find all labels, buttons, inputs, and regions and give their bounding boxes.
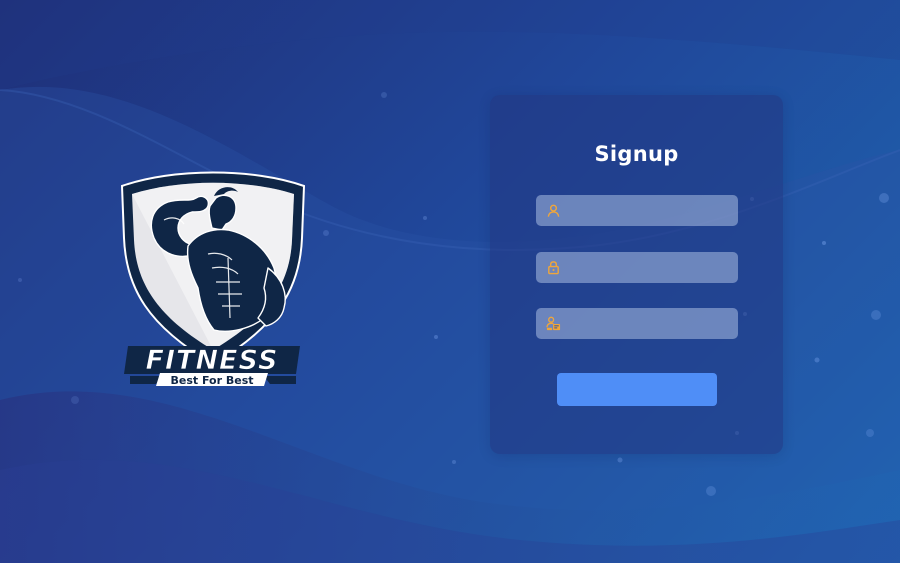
svg-text:Best For Best: Best For Best xyxy=(170,374,253,387)
fitness-logo: FITNESS Best For Best xyxy=(118,168,308,390)
username-field[interactable] xyxy=(536,195,738,226)
signup-button[interactable] xyxy=(557,373,717,406)
fitness-logo-graphic: FITNESS Best For Best xyxy=(120,171,306,387)
svg-text:FITNESS: FITNESS xyxy=(146,345,279,376)
signup-title: Signup xyxy=(594,142,679,166)
user-icon xyxy=(546,203,561,218)
id-field[interactable] xyxy=(536,308,738,339)
password-field[interactable] xyxy=(536,252,738,283)
id-input[interactable] xyxy=(566,308,732,339)
signup-card: Signup xyxy=(490,95,783,454)
lock-icon xyxy=(546,260,561,275)
id-card-icon xyxy=(546,316,561,331)
password-input[interactable] xyxy=(566,252,732,283)
username-input[interactable] xyxy=(566,195,732,226)
